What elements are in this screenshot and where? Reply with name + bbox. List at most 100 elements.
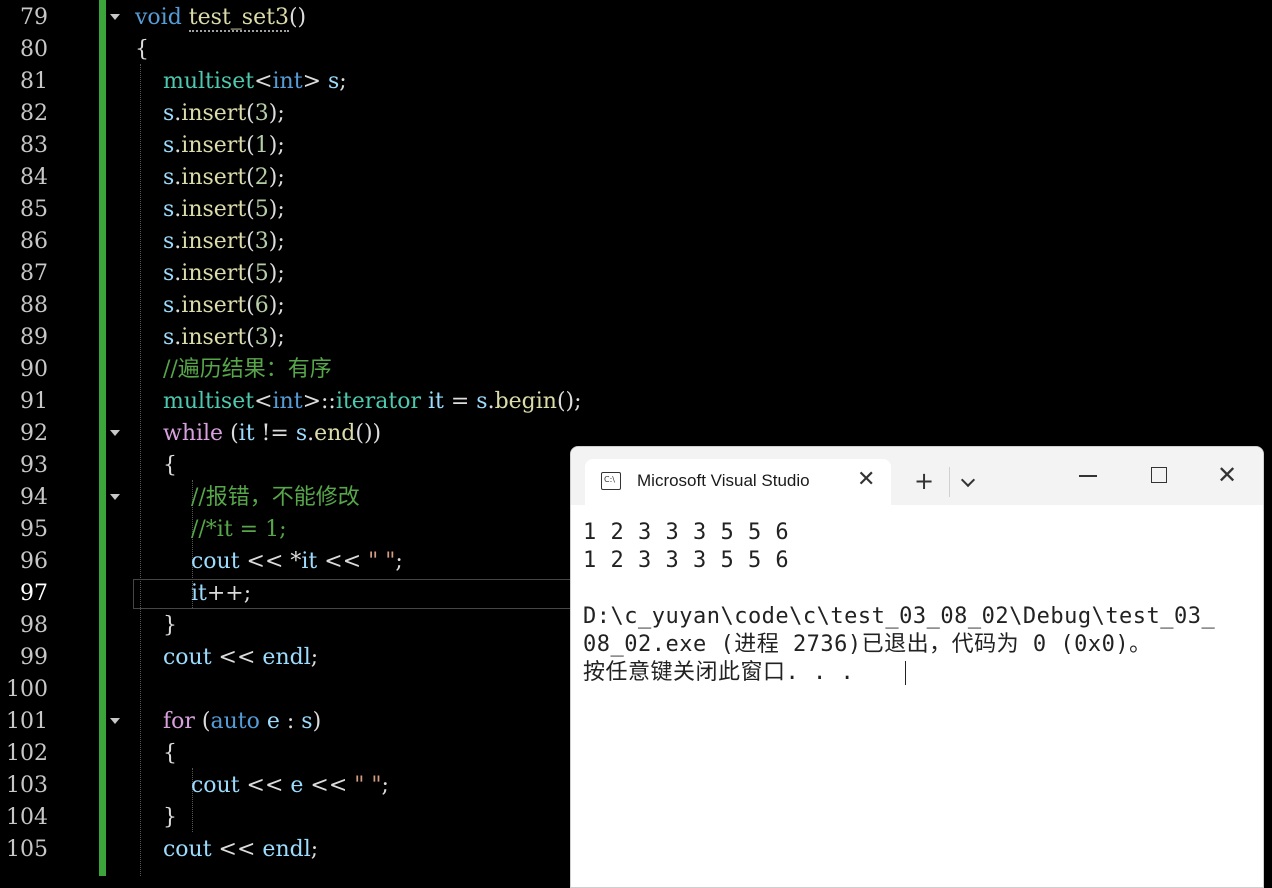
console-tab[interactable]: C:\ Microsoft Visual Studio ✕ (585, 459, 891, 505)
code-token: 3 (254, 325, 269, 350)
code-token: ); (268, 325, 285, 350)
line-number: 95 (20, 517, 48, 542)
code-token: 3 (254, 229, 269, 254)
code-token: cout (162, 837, 212, 862)
code-token: < (254, 389, 273, 414)
code-line[interactable]: 90 //遍历结果：有序 (0, 354, 1272, 386)
code-token: > (302, 69, 328, 94)
new-tab-button[interactable]: + (911, 469, 937, 493)
code-token: ( (246, 165, 255, 190)
code-token: insert (181, 101, 247, 126)
chevron-down-icon[interactable] (961, 475, 975, 489)
code-token: << (211, 645, 263, 670)
minimize-button[interactable] (1079, 475, 1097, 477)
console-output-line: 1 2 3 3 3 5 5 6 (583, 548, 790, 573)
code-token: ); (268, 133, 285, 158)
code-line[interactable]: 81 multiset<int> s; (0, 66, 1272, 98)
code-line[interactable]: 88 s.insert(6); (0, 290, 1272, 322)
code-token: s (162, 261, 175, 286)
code-token: ); (268, 293, 285, 318)
code-text: s.insert(6); (135, 290, 285, 322)
line-number: 93 (20, 453, 48, 478)
code-token: ); (268, 197, 285, 222)
code-line[interactable]: 89 s.insert(3); (0, 322, 1272, 354)
code-token: insert (181, 293, 247, 318)
line-number: 94 (20, 485, 48, 510)
code-text: s.insert(3); (135, 322, 285, 354)
line-number: 84 (20, 165, 48, 190)
code-token: ( (246, 229, 255, 254)
code-token: s (162, 197, 175, 222)
maximize-button[interactable] (1151, 467, 1167, 483)
code-text: s.insert(1); (135, 130, 285, 162)
code-token: << (211, 837, 263, 862)
code-line[interactable]: 79 void test_set3() (0, 2, 1272, 34)
console-output-line: 08_02.exe (进程 2736)已退出，代码为 0 (0x0)。 (583, 632, 1152, 657)
code-token: 1 (254, 133, 269, 158)
code-text: cout << e << " "; (135, 770, 389, 802)
code-line[interactable]: 80 { (0, 34, 1272, 66)
code-token: s (162, 325, 175, 350)
collapse-chevron-icon[interactable] (110, 494, 120, 500)
line-number: 86 (20, 229, 48, 254)
line-number: 101 (6, 709, 48, 734)
code-token: endl (262, 645, 311, 670)
code-line[interactable]: 87 s.insert(5); (0, 258, 1272, 290)
close-window-button[interactable]: ✕ (1217, 463, 1237, 487)
code-line[interactable]: 83 s.insert(1); (0, 130, 1272, 162)
code-token: while (162, 421, 224, 446)
code-text: multiset<int>::iterator it = s.begin(); (135, 386, 582, 418)
code-token: cout (162, 645, 212, 670)
terminal-icon-glyph: C:\ (604, 475, 615, 484)
code-token: //*it = 1; (190, 517, 287, 542)
code-token: s (162, 133, 175, 158)
line-number: 80 (20, 37, 48, 62)
code-token: < (254, 69, 273, 94)
line-number: 105 (6, 837, 48, 862)
collapse-chevron-icon[interactable] (110, 14, 120, 20)
line-number: 85 (20, 197, 48, 222)
code-token: begin (494, 389, 557, 414)
code-text: s.insert(3); (135, 98, 285, 130)
code-line[interactable]: 86 s.insert(3); (0, 226, 1272, 258)
code-line[interactable]: 85 s.insert(5); (0, 194, 1272, 226)
code-token: ++; (206, 581, 252, 606)
code-line[interactable]: 84 s.insert(2); (0, 162, 1272, 194)
code-token: ) (312, 709, 322, 734)
code-token: void (135, 5, 189, 30)
code-token: >:: (302, 389, 336, 414)
code-token: ); (268, 101, 285, 126)
code-text: cout << endl; (135, 642, 318, 674)
collapse-chevron-icon[interactable] (110, 430, 120, 436)
line-number: 98 (20, 613, 48, 638)
code-token: insert (181, 325, 247, 350)
code-line[interactable]: 91 multiset<int>::iterator it = s.begin(… (0, 386, 1272, 418)
console-titlebar[interactable]: C:\ Microsoft Visual Studio ✕ + ✕ (571, 447, 1263, 505)
code-token: 5 (254, 197, 269, 222)
line-number: 83 (20, 133, 48, 158)
code-token: << (317, 549, 369, 574)
code-token: . (487, 389, 495, 414)
collapse-chevron-icon[interactable] (110, 718, 120, 724)
console-window[interactable]: C:\ Microsoft Visual Studio ✕ + ✕ 1 2 3 … (570, 446, 1264, 888)
code-token: ; (310, 837, 319, 862)
code-token: multiset (162, 69, 255, 94)
close-tab-icon[interactable]: ✕ (857, 468, 875, 492)
code-line[interactable]: 82 s.insert(3); (0, 98, 1272, 130)
code-token: cout (190, 549, 240, 574)
code-token: } (135, 805, 177, 830)
code-text: //遍历结果：有序 (135, 354, 332, 386)
code-token: int (272, 389, 303, 414)
code-token: () (288, 5, 307, 30)
code-token: 6 (254, 293, 269, 318)
code-token: s (162, 293, 175, 318)
